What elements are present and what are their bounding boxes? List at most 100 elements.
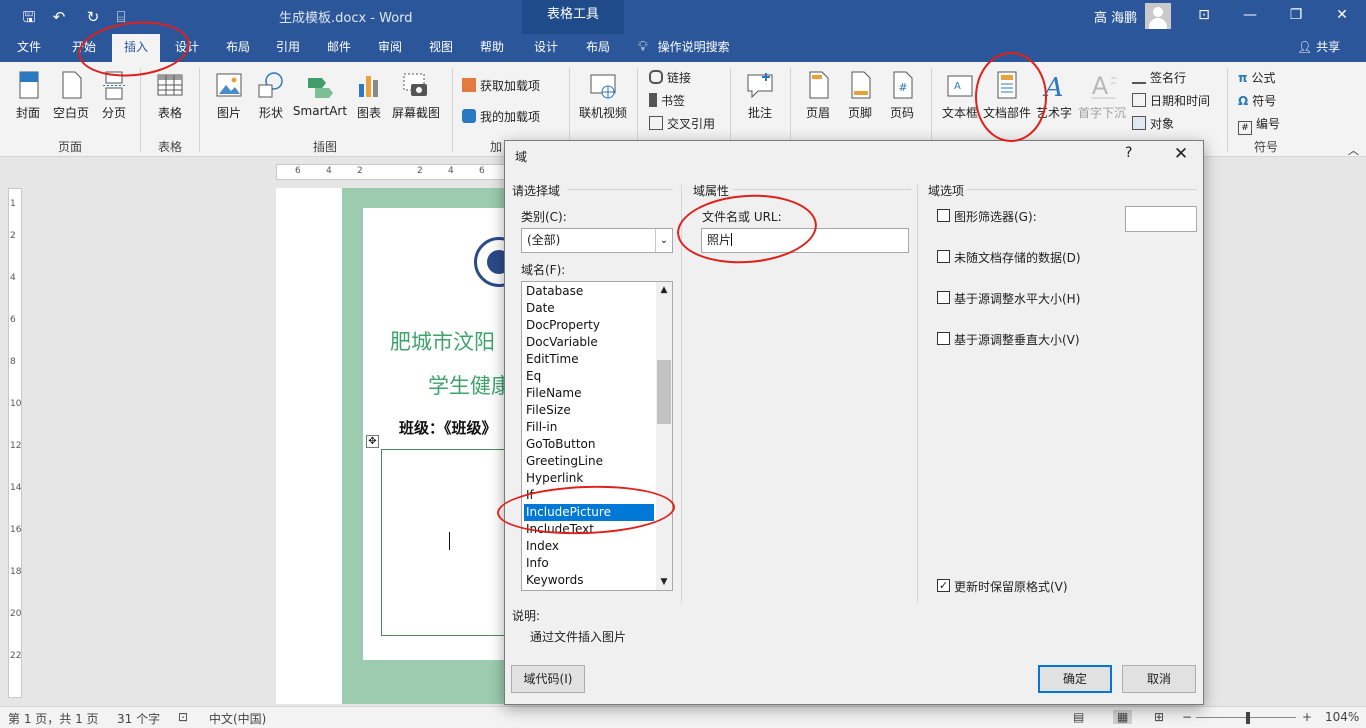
photo-table-cell[interactable] [381,449,517,636]
restore-button[interactable]: ❐ [1273,0,1319,32]
customize-qat-icon[interactable]: ⌸ [110,6,132,28]
date-time-button[interactable]: 日期和时间 [1132,91,1210,111]
list-item[interactable]: Info [524,555,654,572]
read-mode-icon[interactable]: ▤ [1073,710,1084,724]
tab-layout[interactable]: 布局 [217,34,259,62]
quick-parts-button[interactable]: 文档部件 [982,70,1032,121]
number-button[interactable]: # 编号 [1238,114,1280,135]
list-item-selected[interactable]: IncludePicture [524,504,654,521]
resize-horizontal-checkbox[interactable] [937,291,950,304]
zoom-in-icon[interactable]: + [1302,710,1312,724]
graphic-filter-input[interactable] [1125,206,1197,232]
cross-ref-button[interactable]: 交叉引用 [649,114,715,134]
scroll-up-icon[interactable]: ▲ [656,282,672,298]
tab-design[interactable]: 设计 [166,34,208,62]
chart-button[interactable]: 图表 [352,70,386,121]
tab-references[interactable]: 引用 [267,34,309,62]
zoom-out-icon[interactable]: − [1182,710,1192,724]
blank-page-button[interactable]: 空白页 [50,70,92,121]
tab-insert[interactable]: 插入 [112,34,160,62]
field-names-list[interactable]: Database Date DocProperty DocVariable Ed… [521,281,673,591]
list-item[interactable]: Database [524,283,654,300]
scrollbar-thumb[interactable] [657,360,671,424]
list-item[interactable]: FileName [524,385,654,402]
tell-me-search[interactable]: 💡︎ 操作说明搜索 [638,34,730,62]
object-button[interactable]: 对象 [1132,114,1174,134]
list-item[interactable]: Fill-in [524,419,654,436]
list-item[interactable]: GreetingLine [524,453,654,470]
tab-review[interactable]: 审阅 [369,34,411,62]
language-indicator[interactable]: 中文(中国) [209,710,266,727]
list-item[interactable]: If [524,487,654,504]
close-button[interactable]: ✕ [1319,0,1365,32]
close-icon[interactable]: ✕ [1169,143,1193,165]
tab-table-layout[interactable]: 布局 [576,34,620,62]
avatar[interactable] [1145,3,1171,29]
tab-help[interactable]: 帮助 [471,34,513,62]
cover-page-button[interactable]: 封面 [10,70,46,121]
field-codes-button[interactable]: 域代码(I) [511,665,585,693]
my-addins-button[interactable]: 我的加载项 [462,107,540,127]
list-item[interactable]: DocProperty [524,317,654,334]
page-number-button[interactable]: # 页码 [884,70,920,121]
document-heading-line1[interactable]: 肥城市汶阳 [390,326,517,356]
comment-button[interactable]: 批注 [742,70,778,121]
cancel-button[interactable]: 取消 [1122,665,1196,693]
share-button[interactable]: 👤︎ 共享 [1297,34,1340,62]
zoom-level[interactable]: 104% [1325,710,1359,724]
list-item[interactable]: DocVariable [524,334,654,351]
footer-button[interactable]: 页脚 [842,70,878,121]
class-field-line[interactable]: 班级：《班级》 [399,417,507,438]
chevron-down-icon[interactable]: ⌄ [655,229,672,252]
shapes-button[interactable]: 形状 [252,70,290,121]
ok-button[interactable]: 确定 [1038,665,1112,693]
list-item[interactable]: Date [524,300,654,317]
page-count[interactable]: 第 1 页，共 1 页 [8,710,99,727]
tab-table-design[interactable]: 设计 [524,34,568,62]
picture-button[interactable]: 图片 [208,70,250,121]
screenshot-button[interactable]: 屏幕截图 [390,70,442,121]
preserve-format-checkbox[interactable]: ✓ [937,579,950,592]
ribbon-display-icon[interactable]: ⊡ [1181,0,1227,32]
list-item[interactable]: FileSize [524,402,654,419]
equation-button[interactable]: π 公式 [1238,68,1276,88]
dropcap-button[interactable]: A 首字下沉 [1076,70,1128,121]
minimize-button[interactable]: — [1227,0,1273,32]
save-icon[interactable]: 🖫 [18,6,40,28]
list-scrollbar[interactable]: ▲ ▼ [656,282,672,590]
word-count[interactable]: 31 个字 [117,710,160,727]
signature-line-button[interactable]: 签名行 [1132,68,1186,88]
category-select[interactable]: (全部) ⌄ [521,228,673,253]
tab-mailings[interactable]: 邮件 [318,34,360,62]
not-stored-checkbox[interactable] [937,250,950,263]
filename-input[interactable]: 照片 [701,228,909,253]
smartart-button[interactable]: SmartArt [292,70,348,118]
bookmark-button[interactable]: 书签 [649,91,685,111]
list-item[interactable]: Eq [524,368,654,385]
list-item[interactable]: EditTime [524,351,654,368]
get-addins-button[interactable]: 获取加载项 [462,76,540,96]
tab-view[interactable]: 视图 [420,34,462,62]
graphic-filter-checkbox[interactable] [937,209,950,222]
symbol-button[interactable]: Ω 符号 [1238,91,1276,111]
collapse-ribbon-icon[interactable]: ︿ [1348,142,1359,158]
resize-vertical-checkbox[interactable] [937,332,950,345]
online-video-button[interactable]: 联机视频 [576,70,630,121]
undo-icon[interactable]: ↶ [48,6,70,28]
print-layout-icon[interactable]: ▦ [1113,710,1133,724]
header-button[interactable]: 页眉 [800,70,836,121]
web-layout-icon[interactable]: ⊞ [1154,710,1164,724]
list-item[interactable]: Index [524,538,654,555]
page-break-button[interactable]: 分页 [96,70,132,121]
table-move-handle-icon[interactable]: ✥ [366,435,379,448]
user-name[interactable]: 高 海鹏 [1094,7,1137,26]
list-item[interactable]: Keywords [524,572,654,589]
table-button[interactable]: 表格 [150,70,190,121]
list-item[interactable]: IncludeText [524,521,654,538]
zoom-slider-thumb[interactable] [1246,712,1250,724]
list-item[interactable]: Hyperlink [524,470,654,487]
proofing-icon[interactable]: ⊡ [178,710,188,724]
tab-home[interactable]: 开始 [62,34,106,62]
redo-icon[interactable]: ↻ [82,6,104,28]
tab-file[interactable]: 文件 [8,34,50,62]
